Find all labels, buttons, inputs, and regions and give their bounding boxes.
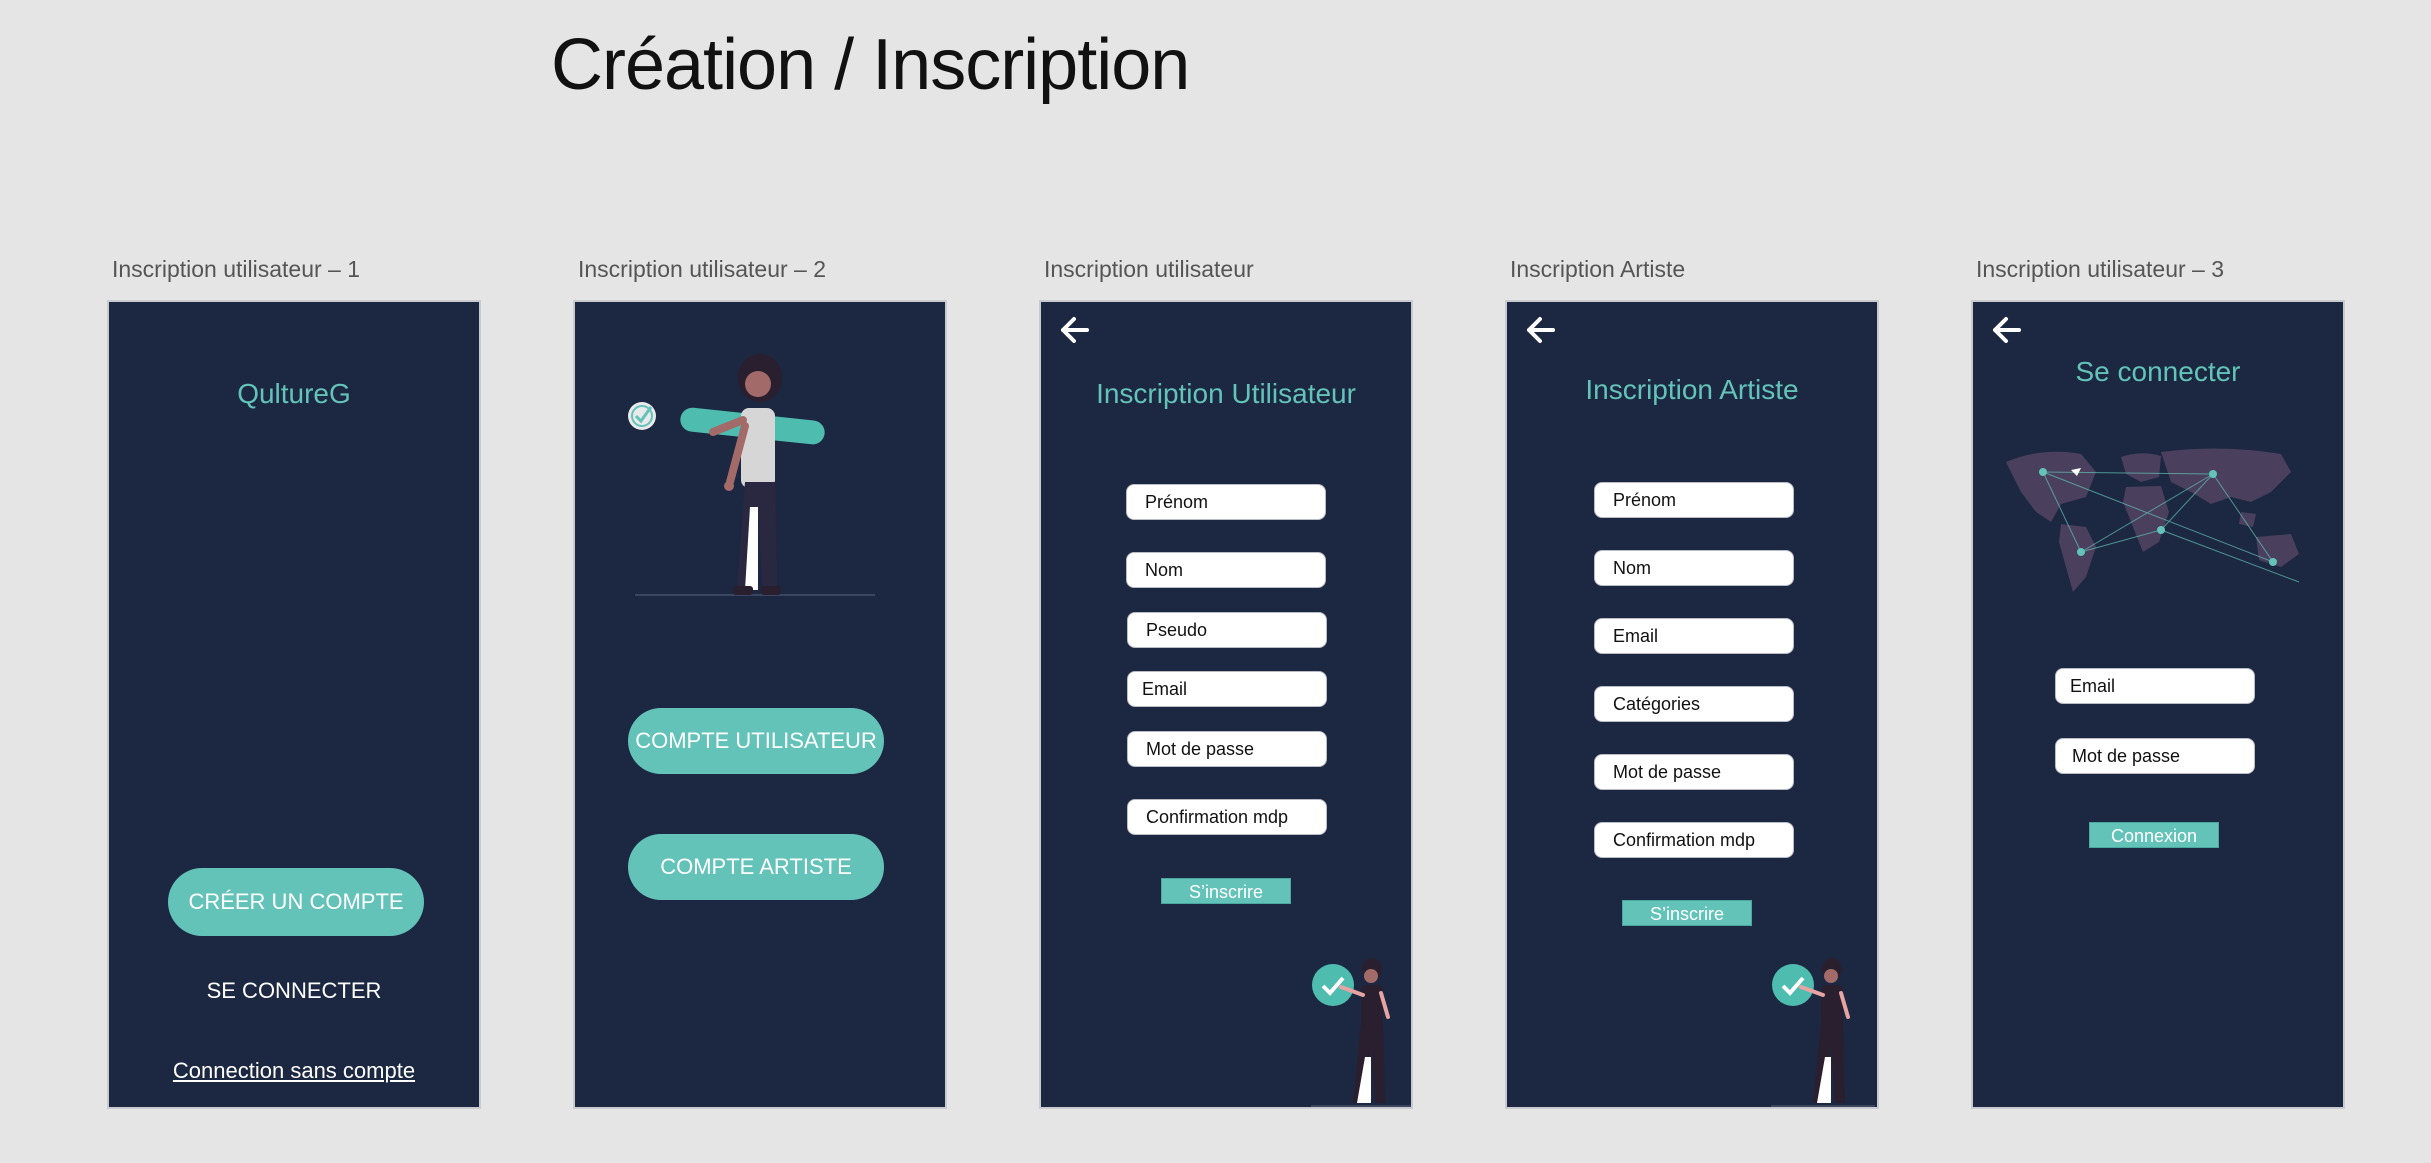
- confirm-password-field[interactable]: Confirmation mdp: [1594, 822, 1794, 858]
- frame-label-signup-1: Inscription utilisateur – 1: [112, 256, 361, 282]
- email-field[interactable]: Email: [1127, 671, 1327, 707]
- world-map-illustration: [2006, 448, 2300, 592]
- frame-user-signup: Inscription Utilisateur Prénom Nom Pseud…: [1039, 300, 1413, 1109]
- signup-button[interactable]: S’inscrire: [1622, 900, 1752, 926]
- woman-checkmark-illustration: [1771, 958, 1875, 1107]
- login-link[interactable]: SE CONNECTER: [109, 978, 479, 1004]
- last-name-field[interactable]: Nom: [1126, 552, 1326, 588]
- login-button[interactable]: Connexion: [2089, 822, 2219, 848]
- confirm-password-field[interactable]: Confirmation mdp: [1127, 799, 1327, 835]
- frame-signup-2: COMPTE UTILISATEUR COMPTE ARTISTE: [573, 300, 947, 1109]
- create-account-button[interactable]: CRÉER UN COMPTE: [168, 868, 424, 936]
- first-name-field[interactable]: Prénom: [1126, 484, 1326, 520]
- categories-field[interactable]: Catégories: [1594, 686, 1794, 722]
- frame-signup-1: QultureG CRÉER UN COMPTE SE CONNECTER Co…: [107, 300, 481, 1109]
- password-field[interactable]: Mot de passe: [1127, 731, 1327, 767]
- back-arrow-icon[interactable]: [1991, 314, 2023, 346]
- back-arrow-icon[interactable]: [1525, 314, 1557, 346]
- artist-account-button[interactable]: COMPTE ARTISTE: [628, 834, 884, 900]
- screen-title: Inscription Artiste: [1585, 374, 1799, 405]
- woman-holding-checkmark-illustration: [628, 354, 875, 596]
- app-name: QultureG: [237, 378, 351, 409]
- user-account-button[interactable]: COMPTE UTILISATEUR: [628, 708, 884, 774]
- page-title: Création / Inscription: [551, 25, 1190, 105]
- last-name-field[interactable]: Nom: [1594, 550, 1794, 586]
- username-field[interactable]: Pseudo: [1127, 612, 1327, 648]
- email-field[interactable]: Email: [2055, 668, 2255, 704]
- email-field[interactable]: Email: [1594, 618, 1794, 654]
- woman-checkmark-illustration: [1311, 958, 1411, 1107]
- frame-artist-signup: Inscription Artiste Prénom Nom Email Cat…: [1505, 300, 1879, 1109]
- guest-login-link[interactable]: Connection sans compte: [109, 1058, 479, 1084]
- first-name-field[interactable]: Prénom: [1594, 482, 1794, 518]
- frame-label-signup-2: Inscription utilisateur – 2: [578, 256, 827, 282]
- back-arrow-icon[interactable]: [1059, 314, 1091, 346]
- password-field[interactable]: Mot de passe: [1594, 754, 1794, 790]
- frame-label-user-signup: Inscription utilisateur: [1044, 256, 1254, 282]
- screen-title: Se connecter: [2075, 356, 2241, 387]
- frame-login: Se connecter Email Mot de passe Connexio…: [1971, 300, 2345, 1109]
- screen-title: Inscription Utilisateur: [1096, 378, 1356, 409]
- checkmark-icon: [628, 402, 656, 430]
- password-field[interactable]: Mot de passe: [2055, 738, 2255, 774]
- signup-button[interactable]: S’inscrire: [1161, 878, 1291, 904]
- frame-label-artist-signup: Inscription Artiste: [1510, 256, 1686, 282]
- frame-label-signup-3: Inscription utilisateur – 3: [1976, 256, 2225, 282]
